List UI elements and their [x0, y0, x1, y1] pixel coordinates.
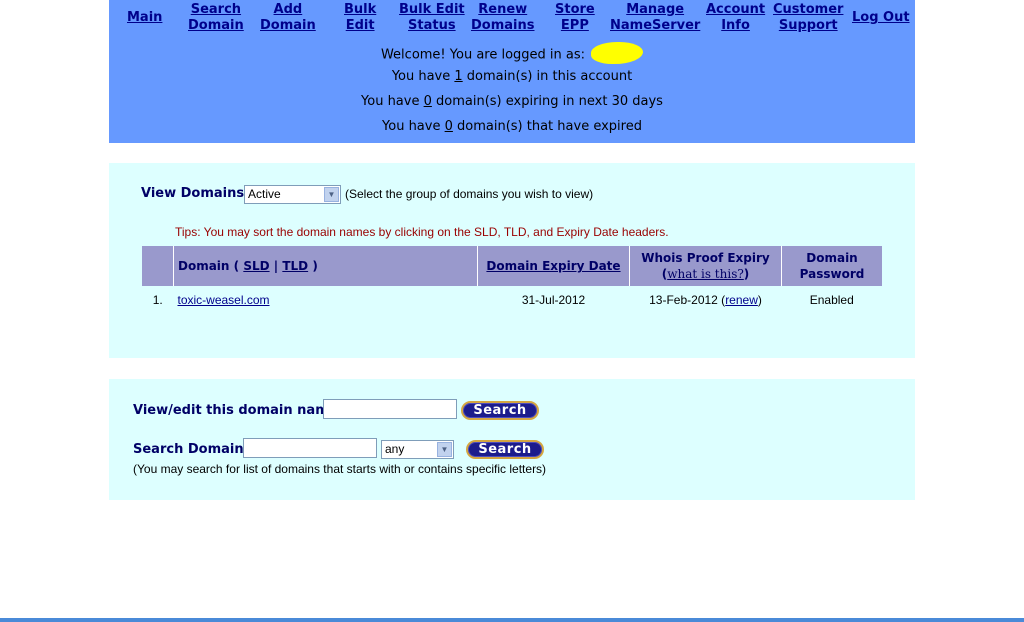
column-expiry: Domain Expiry Date [477, 246, 630, 286]
chevron-down-icon: ▼ [324, 187, 339, 202]
nav-search-domain[interactable]: Search Domain [188, 2, 244, 34]
main-nav: Main Search Domain Add Domain Bulk Edit Bul… [109, 2, 915, 36]
column-number [142, 246, 174, 286]
footer-divider [0, 618, 1024, 622]
view-edit-search-button[interactable]: Search [461, 401, 539, 420]
renew-whois-link[interactable]: renew [725, 293, 758, 307]
view-edit-domain-input[interactable] [323, 399, 457, 419]
sort-expiry-link[interactable]: Domain Expiry Date [486, 259, 620, 273]
nav-add-domain[interactable]: Add Domain [260, 2, 316, 34]
view-domains-label: View Domains : [141, 186, 254, 201]
nav-store-epp[interactable]: Store EPP [555, 2, 595, 34]
domain-table: Domain ( SLD | TLD ) Domain Expiry Date … [142, 246, 882, 314]
welcome-message: Welcome! You are logged in as: [109, 42, 915, 66]
nav-manage-nameserver[interactable]: Manage NameServer [610, 2, 700, 34]
sort-tips: Tips: You may sort the domain names by c… [175, 225, 669, 239]
search-domain-input[interactable] [243, 438, 377, 458]
nav-bulk-edit-status[interactable]: Bulk Edit Status [399, 2, 465, 34]
column-whois-proof: Whois Proof Expiry (what is this?) [629, 246, 782, 286]
view-domains-select[interactable]: Active ▼ [244, 185, 341, 204]
whois-help-link[interactable]: what is this? [667, 267, 744, 281]
expiring-count-line: You have 0 domain(s) expiring in next 30… [361, 94, 663, 109]
domain-count-line: You have 1 domain(s) in this account [391, 69, 633, 84]
nav-account-info[interactable]: Account Info [706, 2, 765, 34]
search-match-select[interactable]: any ▼ [381, 440, 454, 459]
chevron-down-icon: ▼ [437, 442, 452, 457]
search-domain-label: Search Domain : [133, 442, 254, 457]
sort-sld-link[interactable]: SLD [243, 259, 269, 273]
view-edit-label: View/edit this domain name : [133, 403, 348, 418]
account-header: Main Search Domain Add Domain Bulk Edit Bul… [109, 0, 915, 143]
table-header-row: Domain ( SLD | TLD ) Domain Expiry Date … [142, 246, 882, 286]
nav-bulk-edit[interactable]: Bulk Edit [344, 2, 376, 34]
row-number: 1. [152, 293, 163, 307]
domain-search-panel: View/edit this domain name : Search Sear… [109, 379, 915, 500]
nav-renew-domains[interactable]: Renew Domains [471, 2, 535, 34]
domain-count-link[interactable]: 1 [454, 69, 462, 84]
nav-main[interactable]: Main [127, 10, 162, 26]
domain-cell: toxic-weasel.com [174, 286, 478, 314]
expiring-count-link[interactable]: 0 [424, 94, 432, 109]
domain-list-panel: View Domains : Active ▼ (Select the grou… [109, 163, 915, 358]
expiry-cell: 31-Jul-2012 [521, 293, 586, 307]
sort-tld-link[interactable]: TLD [282, 259, 308, 273]
whois-cell: 13-Feb-2012 (renew) [649, 293, 762, 307]
nav-log-out[interactable]: Log Out [852, 10, 910, 26]
domain-link[interactable]: toxic-weasel.com [178, 293, 270, 307]
table-row: 1. toxic-weasel.com 31-Jul-2012 13-Feb-2… [142, 286, 882, 314]
view-domains-hint: (Select the group of domains you wish to… [345, 187, 594, 201]
expired-count-line: You have 0 domain(s) that have expired [382, 119, 642, 134]
search-note: (You may search for list of domains that… [133, 462, 547, 476]
search-domain-button[interactable]: Search [466, 440, 544, 459]
column-domain: Domain ( SLD | TLD ) [173, 246, 478, 286]
nav-customer-support[interactable]: Customer Support [773, 2, 843, 34]
expired-count-link[interactable]: 0 [445, 119, 453, 134]
password-cell: Enabled [809, 293, 854, 307]
column-password: Domain Password [781, 246, 882, 286]
redacted-username [591, 42, 644, 64]
